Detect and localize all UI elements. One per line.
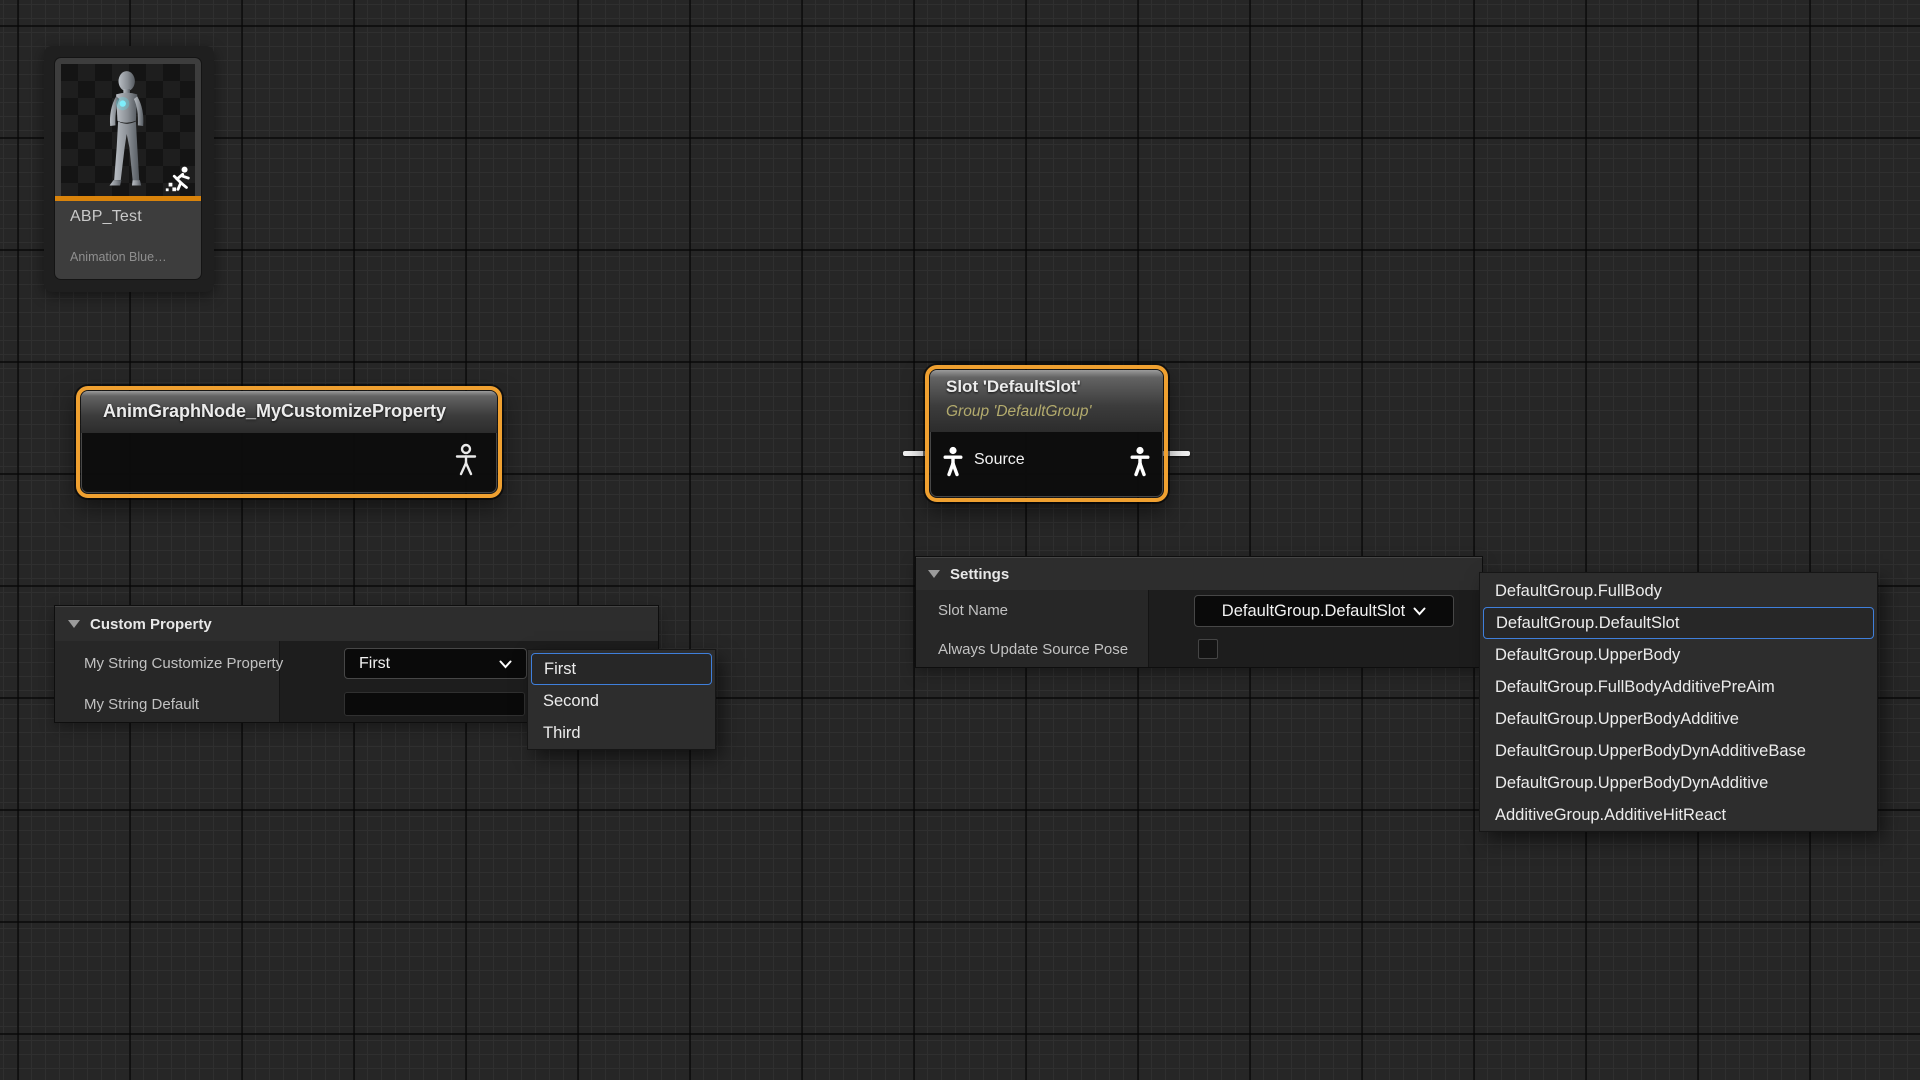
custom-property-header: Custom Property <box>90 616 212 633</box>
chevron-down-icon <box>499 660 512 669</box>
settings-label: Always Update Source Pose <box>938 641 1128 658</box>
my-string-default-input[interactable] <box>344 692 525 716</box>
slot-name-combo[interactable]: DefaultGroup.DefaultSlot <box>1194 595 1454 627</box>
menu-item[interactable]: DefaultGroup.UpperBodyDynAdditiveBase <box>1483 735 1874 767</box>
anim-graph-canvas[interactable]: ABP_Test Animation Blue… AnimGraphNode_M… <box>0 0 1920 1080</box>
menu-item[interactable]: AdditiveGroup.AdditiveHitReact <box>1483 799 1874 831</box>
menu-item[interactable]: DefaultGroup.UpperBodyDynAdditive <box>1483 767 1874 799</box>
combo-value: DefaultGroup.DefaultSlot <box>1222 602 1405 621</box>
slot-node-group-subtitle: Group 'DefaultGroup' <box>946 403 1092 421</box>
asset-title: ABP_Test <box>70 208 142 226</box>
custom-property-dropdown-menu: First Second Third <box>528 650 715 749</box>
settings-panel: Settings Slot Name DefaultGroup.DefaultS… <box>916 557 1482 667</box>
asset-card-abp-test[interactable]: ABP_Test Animation Blue… <box>55 58 201 279</box>
menu-item-third[interactable]: Third <box>531 717 712 749</box>
settings-row-slot-name: Slot Name DefaultGroup.DefaultSlot <box>916 590 1482 633</box>
asset-thumbnail <box>61 64 195 196</box>
menu-item[interactable]: DefaultGroup.FullBody <box>1483 575 1874 607</box>
wire-into-slot-source <box>903 451 927 456</box>
menu-item[interactable]: DefaultGroup.UpperBody <box>1483 639 1874 671</box>
collapse-triangle-icon[interactable] <box>928 570 940 578</box>
my-string-customize-combo[interactable]: First <box>344 648 527 679</box>
slot-node-title: Slot 'DefaultSlot' <box>946 377 1081 397</box>
menu-item[interactable]: DefaultGroup.UpperBodyAdditive <box>1483 703 1874 735</box>
settings-label: Slot Name <box>938 602 1008 619</box>
settings-header: Settings <box>950 566 1009 583</box>
property-label: My String Default <box>84 696 199 713</box>
asset-subtitle: Animation Blue… <box>70 250 167 264</box>
menu-item[interactable]: DefaultGroup.FullBodyAdditivePreAim <box>1483 671 1874 703</box>
node-animgraphnode-mycustomizeproperty[interactable]: AnimGraphNode_MyCustomizeProperty <box>76 386 502 498</box>
property-label: My String Customize Property <box>84 655 283 672</box>
source-pose-pin-icon[interactable] <box>940 445 966 477</box>
animation-blueprint-run-icon <box>163 164 193 194</box>
collapse-triangle-icon[interactable] <box>68 620 80 628</box>
slot-name-dropdown-menu: DefaultGroup.FullBody DefaultGroup.Defau… <box>1480 573 1877 831</box>
menu-item-selected[interactable]: DefaultGroup.DefaultSlot <box>1483 607 1874 639</box>
menu-item-second[interactable]: Second <box>531 685 712 717</box>
asset-type-color-stripe <box>55 196 201 201</box>
node-title: AnimGraphNode_MyCustomizeProperty <box>103 401 446 422</box>
settings-row-always-update: Always Update Source Pose <box>916 632 1482 667</box>
always-update-source-pose-checkbox[interactable] <box>1198 639 1218 659</box>
source-pin-label: Source <box>974 451 1025 469</box>
node-slot-defaultslot[interactable]: Slot 'DefaultSlot' Group 'DefaultGroup' … <box>925 365 1168 502</box>
output-pose-pin-icon[interactable] <box>1127 445 1153 477</box>
menu-item-first[interactable]: First <box>531 653 712 685</box>
pose-output-pin-icon[interactable] <box>453 443 479 477</box>
combo-value: First <box>345 655 390 673</box>
chevron-down-icon <box>1413 607 1426 616</box>
